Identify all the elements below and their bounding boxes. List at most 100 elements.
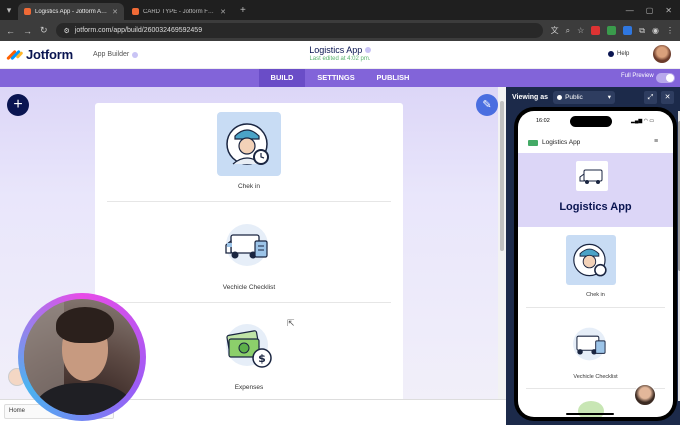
window-controls: — ▢ ✕ <box>618 0 680 20</box>
extension-red-icon[interactable] <box>591 26 601 35</box>
scrollbar-thumb[interactable] <box>500 101 504 251</box>
van-icon <box>576 161 608 191</box>
bookmark-star-icon[interactable]: ☆ <box>577 26 584 35</box>
site-info-icon[interactable]: ⚙ <box>64 27 70 35</box>
url-text: jotform.com/app/build/260032469592459 <box>74 27 203 34</box>
phone-app-name: Logistics App <box>542 139 581 146</box>
forward-icon[interactable]: → <box>23 26 32 36</box>
close-window-icon[interactable]: ✕ <box>665 6 672 15</box>
phone-item-label-vehicle-checklist[interactable]: Vechicle Checklist <box>518 374 673 380</box>
support-chat-avatar[interactable] <box>634 384 656 406</box>
new-tab-button[interactable]: + <box>234 3 252 20</box>
add-element-button[interactable]: + <box>7 94 29 116</box>
close-preview-icon[interactable]: ✕ <box>661 90 674 104</box>
item-divider <box>107 302 391 303</box>
status-icons: ▂▄▆ ◠ ▭ <box>631 118 655 124</box>
info-icon[interactable] <box>132 51 139 58</box>
chevron-down-icon: ▾ <box>607 94 612 101</box>
extension-green-icon[interactable] <box>607 26 617 35</box>
preview-actions: ⤢ ✕ <box>644 90 674 104</box>
courier-clock-icon[interactable] <box>566 235 616 285</box>
app-designer-paint-icon[interactable]: ✎ <box>476 94 498 116</box>
phone-time: 16:02 <box>536 118 550 124</box>
close-tab-icon[interactable]: ✕ <box>112 8 118 16</box>
tab-search-icon[interactable]: ▾ <box>0 0 18 20</box>
canvas-scrollbar[interactable] <box>498 87 506 399</box>
help-icon <box>608 51 614 57</box>
app-builder-text: App Builder <box>93 51 130 58</box>
edit-title-icon[interactable] <box>364 47 371 53</box>
builder-navbar: BUILD SETTINGS PUBLISH Full Preview <box>0 69 680 87</box>
jotform-logo-icon <box>6 48 24 62</box>
full-preview-toggle[interactable] <box>656 73 675 83</box>
browser-tabbar: ▾ Logistics App - Jotform App Builder ✕ … <box>0 0 680 20</box>
phone-notch <box>570 116 612 127</box>
home-indicator <box>566 413 614 415</box>
close-tab-icon[interactable]: ✕ <box>220 8 226 16</box>
app-header: Jotform App Builder Logistics App Last e… <box>0 41 680 69</box>
jotform-favicon-icon <box>24 8 31 15</box>
maximize-icon[interactable]: ▢ <box>646 6 654 15</box>
help-button[interactable]: Help <box>608 51 629 57</box>
webcam-overlay <box>24 299 140 415</box>
phone-app-header: Logistics App ≡ <box>518 133 673 153</box>
reload-icon[interactable]: ↻ <box>40 25 48 36</box>
profile-icon[interactable]: ◉ <box>652 26 659 35</box>
role-value: Public <box>565 93 583 101</box>
app-logo-icon <box>528 140 538 146</box>
toggle-knob <box>666 74 674 82</box>
item-divider <box>107 201 391 202</box>
back-icon[interactable]: ← <box>6 26 15 36</box>
item-label-check-in[interactable]: Chek in <box>95 183 403 190</box>
translate-icon[interactable]: 文 <box>551 25 559 36</box>
logo-text: Jotform <box>26 47 73 62</box>
viewing-as-label: Viewing as <box>512 93 549 101</box>
expand-icon[interactable]: ⤢ <box>644 90 657 104</box>
phone-screen: 16:02 ▂▄▆ ◠ ▭ Logistics App ≡ Logistics … <box>518 111 673 417</box>
zoom-icon[interactable]: ⌕ <box>566 26 570 36</box>
address-bar[interactable]: ⚙ jotform.com/app/build/260032469592459 <box>55 23 543 38</box>
last-edited-status: Last edited at 4:02 pm. <box>309 56 371 62</box>
courier-clock-icon[interactable] <box>217 112 281 176</box>
full-preview-label: Full Preview <box>621 73 654 79</box>
app-title-text: Logistics App <box>309 45 363 55</box>
app-title[interactable]: Logistics App <box>260 45 420 55</box>
tab-label: Logistics App - Jotform App Builder <box>35 8 108 15</box>
item-label-vehicle-checklist[interactable]: Vechicle Checklist <box>95 284 403 291</box>
mobile-preview-panel: Viewing as Public ▾ ⤢ ✕ 16:02 ▂▄▆ ◠ ▭ Lo… <box>506 87 680 425</box>
tab-publish[interactable]: PUBLISH <box>370 69 416 87</box>
viewing-as-select[interactable]: Public ▾ <box>553 90 616 104</box>
browser-tab-logistics[interactable]: Logistics App - Jotform App Builder ✕ <box>18 3 124 20</box>
browser-tab-card-type[interactable]: CARD TYPE - Jotform Form Builder ✕ <box>126 3 232 20</box>
phone-app-title: Logistics App <box>559 201 632 213</box>
phone-frame: 16:02 ▂▄▆ ◠ ▭ Logistics App ≡ Logistics … <box>514 107 677 421</box>
public-icon <box>557 94 563 100</box>
jotform-logo[interactable]: Jotform <box>6 47 73 62</box>
extensions-area: 文 ⌕ ☆ ⧉ ◉ ⋮ <box>551 25 674 36</box>
browser-toolbar: ← → ↻ ⚙ jotform.com/app/build/2600324695… <box>0 20 680 41</box>
help-label: Help <box>617 51 630 57</box>
extension-blue-icon[interactable] <box>623 26 633 35</box>
preview-header: Viewing as Public ▾ ⤢ ✕ <box>506 87 680 107</box>
app-title-block: Logistics App Last edited at 4:02 pm. <box>260 45 420 62</box>
tab-label: CARD TYPE - Jotform Form Builder <box>143 8 216 15</box>
van-checklist-icon[interactable] <box>566 319 616 369</box>
tab-build[interactable]: BUILD <box>259 69 305 87</box>
minimize-icon[interactable]: — <box>626 6 634 15</box>
svg-text:$: $ <box>258 352 266 365</box>
app-builder-label[interactable]: App Builder <box>93 51 139 58</box>
extensions-puzzle-icon[interactable]: ⧉ <box>639 26 645 36</box>
van-checklist-icon[interactable] <box>217 213 281 277</box>
browser-menu-icon[interactable]: ⋮ <box>666 26 674 35</box>
jotform-favicon-icon <box>132 8 139 15</box>
item-label-expenses[interactable]: Expenses <box>95 384 403 391</box>
phone-item-divider <box>526 307 665 308</box>
webcam-person-hair <box>56 307 114 343</box>
money-dollar-icon[interactable]: $ <box>217 315 281 379</box>
phone-hero: Logistics App <box>518 153 673 227</box>
user-avatar[interactable] <box>653 45 671 63</box>
hamburger-menu-icon[interactable]: ≡ <box>654 138 658 145</box>
tab-settings[interactable]: SETTINGS <box>310 69 362 87</box>
phone-item-label-check-in[interactable]: Chek in <box>518 292 673 298</box>
screen-root: ▾ Logistics App - Jotform App Builder ✕ … <box>0 0 680 425</box>
